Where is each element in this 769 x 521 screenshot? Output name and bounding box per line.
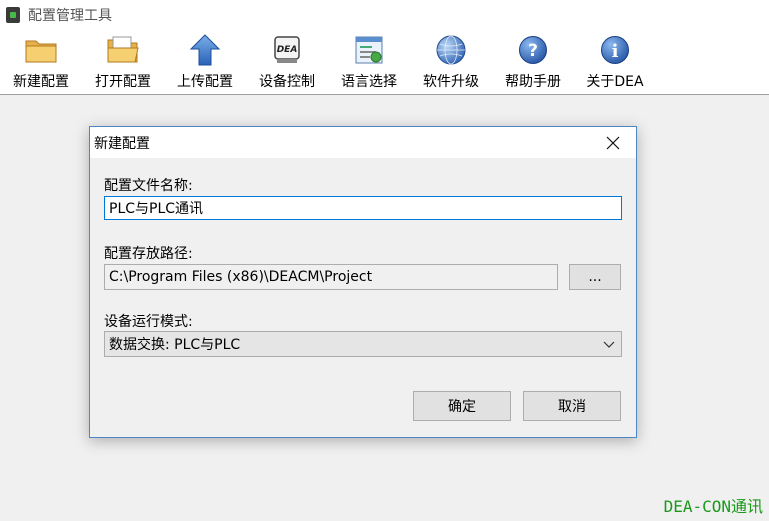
software-upgrade-button[interactable]: 软件升级 xyxy=(410,30,492,94)
info-icon: i xyxy=(598,34,632,66)
dialog-title-bar: 新建配置 xyxy=(90,127,636,158)
config-name-value: PLC与PLC通讯 xyxy=(109,201,204,217)
device-control-label: 设备控制 xyxy=(259,74,315,90)
run-mode-label: 设备运行模式: xyxy=(104,314,193,330)
open-config-label: 打开配置 xyxy=(95,74,151,90)
dialog-title: 新建配置 xyxy=(94,135,150,152)
browse-button-label: ... xyxy=(588,269,602,285)
upload-config-label: 上传配置 xyxy=(177,74,233,90)
close-icon xyxy=(606,136,620,149)
config-name-label: 配置文件名称: xyxy=(104,178,193,194)
config-path-input[interactable]: C:\Program Files (x86)\DEACM\Project xyxy=(104,264,558,290)
about-dea-label: 关于DEA xyxy=(586,74,644,90)
device-control-icon: DEA xyxy=(270,34,304,66)
run-mode-value: 数据交换: PLC与PLC xyxy=(109,337,241,353)
cancel-button[interactable]: 取消 xyxy=(523,391,621,421)
config-name-input[interactable]: PLC与PLC通讯 xyxy=(104,196,622,220)
open-config-button[interactable]: 打开配置 xyxy=(82,30,164,94)
brand-watermark: DEA-CON通讯 xyxy=(663,497,763,516)
language-select-button[interactable]: 语言选择 xyxy=(328,30,410,94)
main-toolbar: 新建配置 打开配置 上传配置 DEA 设备控制 语言选择 软件升级 ? 帮助手册… xyxy=(0,30,769,95)
new-config-button[interactable]: 新建配置 xyxy=(0,30,82,94)
config-path-label: 配置存放路径: xyxy=(104,246,193,262)
software-upgrade-label: 软件升级 xyxy=(423,74,479,90)
ok-button[interactable]: 确定 xyxy=(413,391,511,421)
app-icon xyxy=(6,7,20,23)
help-icon: ? xyxy=(516,34,550,66)
run-mode-select[interactable]: 数据交换: PLC与PLC xyxy=(104,331,622,357)
device-control-button[interactable]: DEA 设备控制 xyxy=(246,30,328,94)
help-manual-label: 帮助手册 xyxy=(505,74,561,90)
new-config-label: 新建配置 xyxy=(13,74,69,90)
globe-icon xyxy=(434,34,468,66)
new-config-dialog: 新建配置 配置文件名称: PLC与PLC通讯 配置存放路径: C:\Progra… xyxy=(89,126,637,438)
ok-button-label: 确定 xyxy=(448,399,476,415)
config-path-value: C:\Program Files (x86)\DEACM\Project xyxy=(109,269,373,285)
open-folder-icon xyxy=(106,34,140,66)
browse-button[interactable]: ... xyxy=(569,264,621,290)
chevron-down-icon xyxy=(603,341,615,348)
window-title: 配置管理工具 xyxy=(28,8,112,24)
language-select-label: 语言选择 xyxy=(341,74,397,90)
cancel-button-label: 取消 xyxy=(558,399,586,415)
window-title-bar: 配置管理工具 xyxy=(0,0,769,30)
upload-arrow-icon xyxy=(188,34,222,66)
folder-icon xyxy=(24,34,58,66)
svg-text:?: ? xyxy=(528,41,538,61)
svg-text:i: i xyxy=(612,41,619,62)
help-manual-button[interactable]: ? 帮助手册 xyxy=(492,30,574,94)
language-icon xyxy=(352,34,386,66)
about-dea-button[interactable]: i 关于DEA xyxy=(574,30,656,94)
close-button[interactable] xyxy=(590,127,636,158)
upload-config-button[interactable]: 上传配置 xyxy=(164,30,246,94)
device-icon-text: DEA xyxy=(277,45,298,55)
